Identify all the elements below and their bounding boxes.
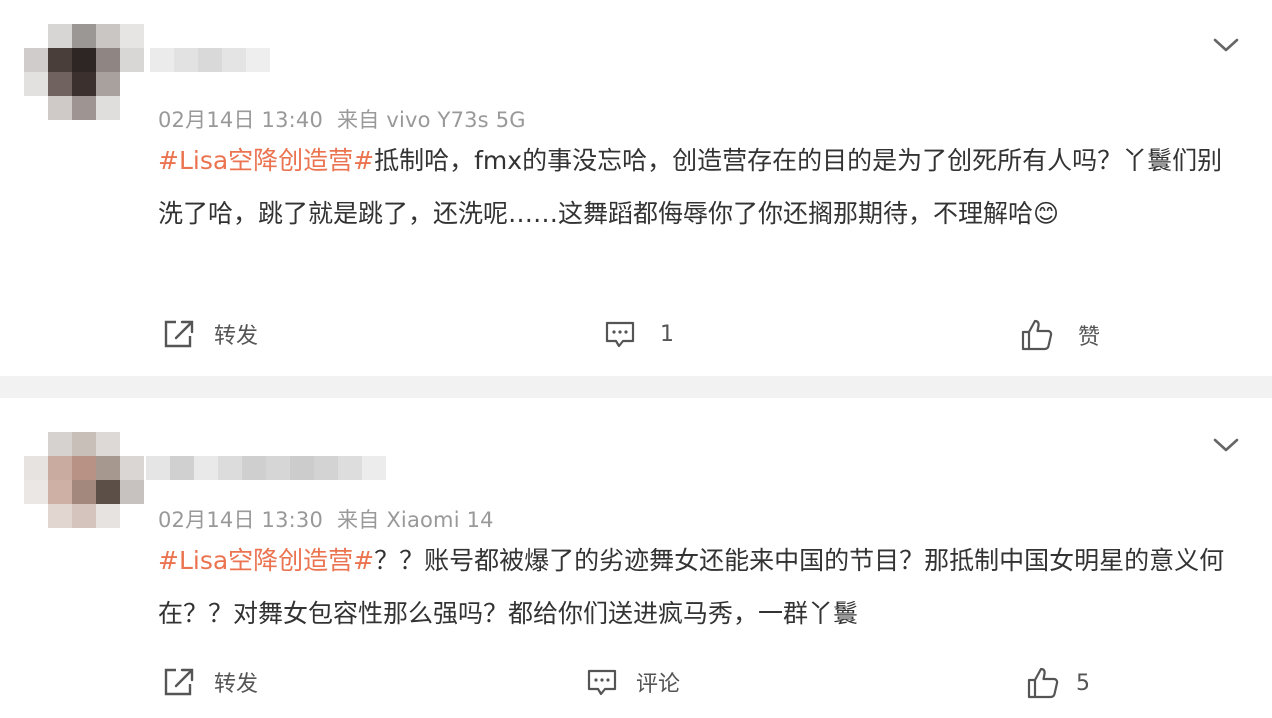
repost-icon: [164, 668, 194, 696]
repost-button[interactable]: 转发: [162, 318, 258, 350]
like-icon: [1021, 319, 1053, 351]
post-content: #Lisa空降创造营#？？账号都被爆了的劣迹舞女还能来中国的节目？那抵制中国女明…: [158, 534, 1238, 640]
comment-button[interactable]: 1: [604, 318, 674, 350]
repost-button[interactable]: 转发: [162, 666, 258, 698]
post-content: #Lisa空降创造营#抵制哈，fmx的事没忘哈，创造营存在的目的是为了创死所有人…: [158, 134, 1238, 240]
comment-icon: [587, 669, 617, 696]
like-button[interactable]: 5: [1026, 666, 1090, 700]
post-time[interactable]: 02月14日 13:40: [158, 108, 323, 132]
post-meta: 02月14日 13:30 来自 Xiaomi 14: [158, 504, 494, 534]
username-blurred[interactable]: [150, 48, 290, 72]
post-time[interactable]: 02月14日 13:30: [158, 508, 323, 532]
topic-link[interactable]: #Lisa空降创造营#: [158, 546, 374, 575]
post-meta: 02月14日 13:40 来自 vivo Y73s 5G: [158, 104, 526, 134]
weibo-post: 02月14日 13:40 来自 vivo Y73s 5G #Lisa空降创造营#抵…: [0, 0, 1272, 376]
like-count: 5: [1076, 670, 1090, 696]
username-blurred[interactable]: [146, 456, 386, 480]
like-button[interactable]: 赞: [1020, 318, 1100, 352]
topic-link[interactable]: #Lisa空降创造营#: [158, 146, 374, 175]
post-divider: [0, 376, 1272, 398]
comment-icon: [605, 321, 635, 348]
like-icon: [1027, 667, 1059, 699]
repost-label: 转发: [214, 672, 259, 697]
post-source: 来自 Xiaomi 14: [337, 508, 494, 532]
comment-count: 1: [660, 321, 674, 347]
avatar[interactable]: [24, 432, 144, 528]
chevron-down-icon[interactable]: [1212, 36, 1240, 54]
repost-icon: [164, 320, 194, 348]
weibo-post: 02月14日 13:30 来自 Xiaomi 14 #Lisa空降创造营#？？账号…: [0, 398, 1272, 718]
comment-button[interactable]: 评论: [586, 666, 680, 698]
post-source: 来自 vivo Y73s 5G: [337, 108, 526, 132]
like-label: 赞: [1078, 325, 1101, 350]
repost-label: 转发: [214, 324, 259, 349]
avatar[interactable]: [24, 24, 144, 120]
comment-label: 评论: [636, 672, 681, 697]
chevron-down-icon[interactable]: [1212, 436, 1240, 454]
